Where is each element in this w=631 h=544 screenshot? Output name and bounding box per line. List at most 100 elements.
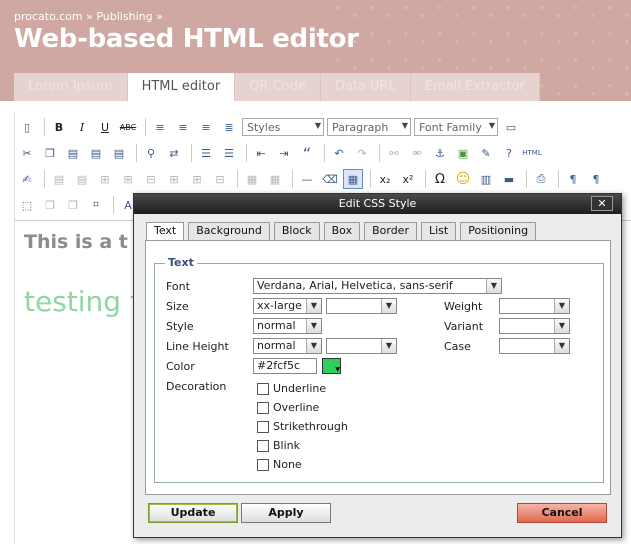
edit-css-icon[interactable]: ✍ xyxy=(17,169,37,189)
none-checkbox[interactable] xyxy=(257,459,269,471)
blockquote-icon[interactable]: “ xyxy=(297,143,317,163)
breadcrumb-site-link[interactable]: procato.com xyxy=(14,10,83,23)
layer-icon[interactable]: ⬚ xyxy=(17,195,37,215)
visual-aid-icon[interactable]: ▦ xyxy=(343,169,363,189)
bullet-list-icon[interactable]: ☰ xyxy=(196,143,216,163)
case-dropdown[interactable]: ▼ xyxy=(499,338,570,354)
line-height-label: Line Height xyxy=(166,340,229,353)
line-height-unit-dropdown[interactable]: ▼ xyxy=(326,338,397,354)
table-cell-props-icon[interactable]: ▤ xyxy=(72,169,92,189)
insert-col-after-icon[interactable]: ⊞ xyxy=(187,169,207,189)
font-family-dropdown[interactable]: Verdana, Arial, Helvetica, sans-serif ▼ xyxy=(253,278,502,294)
remove-format-icon[interactable]: ⌫ xyxy=(320,169,340,189)
media-icon[interactable]: ▥ xyxy=(476,169,496,189)
underline-icon[interactable]: U xyxy=(95,117,115,137)
tab-data-url[interactable]: Data URL xyxy=(320,73,411,101)
dialog-title-bar[interactable]: Edit CSS Style ✕ xyxy=(134,194,621,214)
move-backward-icon[interactable]: ❐ xyxy=(63,195,83,215)
tab-lorem-ipsum[interactable]: Lorem Ipsum xyxy=(14,73,128,101)
style-dropdown[interactable]: normal ▼ xyxy=(253,318,322,334)
split-cells-icon[interactable]: ▦ xyxy=(242,169,262,189)
ltr-icon[interactable]: ¶ xyxy=(563,169,583,189)
insert-row-before-icon[interactable]: ⊞ xyxy=(95,169,115,189)
bold-icon[interactable]: B xyxy=(49,117,69,137)
html-source-icon[interactable]: HTML xyxy=(522,143,542,163)
dialog-tab-box[interactable]: Box xyxy=(323,222,361,240)
overline-checkbox[interactable] xyxy=(257,402,269,414)
copy-icon[interactable]: ❐ xyxy=(40,143,60,163)
breadcrumb-section-link[interactable]: Publishing xyxy=(96,10,152,23)
dialog-tab-border[interactable]: Border xyxy=(364,222,417,240)
dialog-tab-text[interactable]: Text xyxy=(146,222,185,240)
print-icon[interactable]: ⎙ xyxy=(531,169,551,189)
superscript-icon[interactable]: x² xyxy=(398,169,418,189)
tab-email-extractor[interactable]: Email Extractor xyxy=(410,73,540,101)
align-justify-icon[interactable]: ≣ xyxy=(219,117,239,137)
close-icon[interactable]: ✕ xyxy=(591,196,613,211)
font-family-select[interactable]: Font Family ▼ xyxy=(414,118,498,136)
update-button[interactable]: Update xyxy=(148,503,238,523)
delete-col-icon[interactable]: ⊟ xyxy=(210,169,230,189)
replace-icon[interactable]: ⇄ xyxy=(164,143,184,163)
styles-select[interactable]: Styles ▼ xyxy=(242,118,324,136)
link-icon[interactable]: ⚯ xyxy=(384,143,404,163)
emoticon-icon[interactable]: ☺ xyxy=(453,169,473,189)
image-icon[interactable]: ▣ xyxy=(453,143,473,163)
numbered-list-icon[interactable]: ☰ xyxy=(219,143,239,163)
help-icon[interactable]: ? xyxy=(499,143,519,163)
align-right-icon[interactable]: ≡ xyxy=(196,117,216,137)
cleanup-icon[interactable]: ✎ xyxy=(476,143,496,163)
paste-word-icon[interactable]: ▤ xyxy=(109,143,129,163)
new-document-icon[interactable]: ▯ xyxy=(17,117,37,137)
insert-row-after-icon[interactable]: ⊞ xyxy=(118,169,138,189)
tab-qr-code[interactable]: QR Code xyxy=(235,73,321,101)
toolbar-divider xyxy=(526,170,527,188)
color-picker-swatch[interactable]: ▼ xyxy=(322,358,341,374)
horizontal-rule-icon[interactable]: — xyxy=(297,169,317,189)
anchor-icon[interactable]: ⚓ xyxy=(430,143,450,163)
unlink-icon[interactable]: ⚮ xyxy=(407,143,427,163)
insert-col-before-icon[interactable]: ⊞ xyxy=(164,169,184,189)
paste-text-icon[interactable]: ▤ xyxy=(86,143,106,163)
dialog-tab-positioning[interactable]: Positioning xyxy=(460,222,537,240)
outdent-icon[interactable]: ⇤ xyxy=(251,143,271,163)
dialog-tab-background[interactable]: Background xyxy=(188,222,270,240)
variant-dropdown[interactable]: ▼ xyxy=(499,318,570,334)
strikethrough-checkbox[interactable] xyxy=(257,421,269,433)
absolute-icon[interactable]: ⌗ xyxy=(86,195,106,215)
align-center-icon[interactable]: ≡ xyxy=(173,117,193,137)
format-select[interactable]: Paragraph ▼ xyxy=(327,118,411,136)
line-height-dropdown[interactable]: normal ▼ xyxy=(253,338,322,354)
paste-icon[interactable]: ▤ xyxy=(63,143,83,163)
strikethrough-icon[interactable]: ABC xyxy=(118,117,138,137)
blink-checkbox[interactable] xyxy=(257,440,269,452)
advanced-hr-icon[interactable]: ▬ xyxy=(499,169,519,189)
size-unit-dropdown[interactable]: ▼ xyxy=(326,298,397,314)
color-label: Color xyxy=(166,360,195,373)
window-icon[interactable]: ▭ xyxy=(501,117,521,137)
cut-icon[interactable]: ✂ xyxy=(17,143,37,163)
delete-row-icon[interactable]: ⊟ xyxy=(141,169,161,189)
color-input[interactable]: #2fcf5c xyxy=(253,358,317,374)
dialog-tab-list[interactable]: List xyxy=(420,222,457,240)
move-forward-icon[interactable]: ❐ xyxy=(40,195,60,215)
dialog-tab-block[interactable]: Block xyxy=(273,222,320,240)
merge-cells-icon[interactable]: ▦ xyxy=(265,169,285,189)
align-left-icon[interactable]: ≡ xyxy=(150,117,170,137)
rtl-icon[interactable]: ¶ xyxy=(586,169,606,189)
undo-icon[interactable]: ↶ xyxy=(329,143,349,163)
table-row-props-icon[interactable]: ▤ xyxy=(49,169,69,189)
apply-button[interactable]: Apply xyxy=(241,503,331,523)
overline-label: Overline xyxy=(273,401,320,414)
subscript-icon[interactable]: x₂ xyxy=(375,169,395,189)
indent-icon[interactable]: ⇥ xyxy=(274,143,294,163)
find-icon[interactable]: ⚲ xyxy=(141,143,161,163)
underline-checkbox[interactable] xyxy=(257,383,269,395)
special-char-icon[interactable]: Ω xyxy=(430,169,450,189)
cancel-button[interactable]: Cancel xyxy=(517,503,607,523)
tab-html-editor[interactable]: HTML editor xyxy=(127,73,236,101)
italic-icon[interactable]: I xyxy=(72,117,92,137)
redo-icon[interactable]: ↷ xyxy=(352,143,372,163)
size-dropdown[interactable]: xx-large ▼ xyxy=(253,298,322,314)
weight-dropdown[interactable]: ▼ xyxy=(499,298,570,314)
